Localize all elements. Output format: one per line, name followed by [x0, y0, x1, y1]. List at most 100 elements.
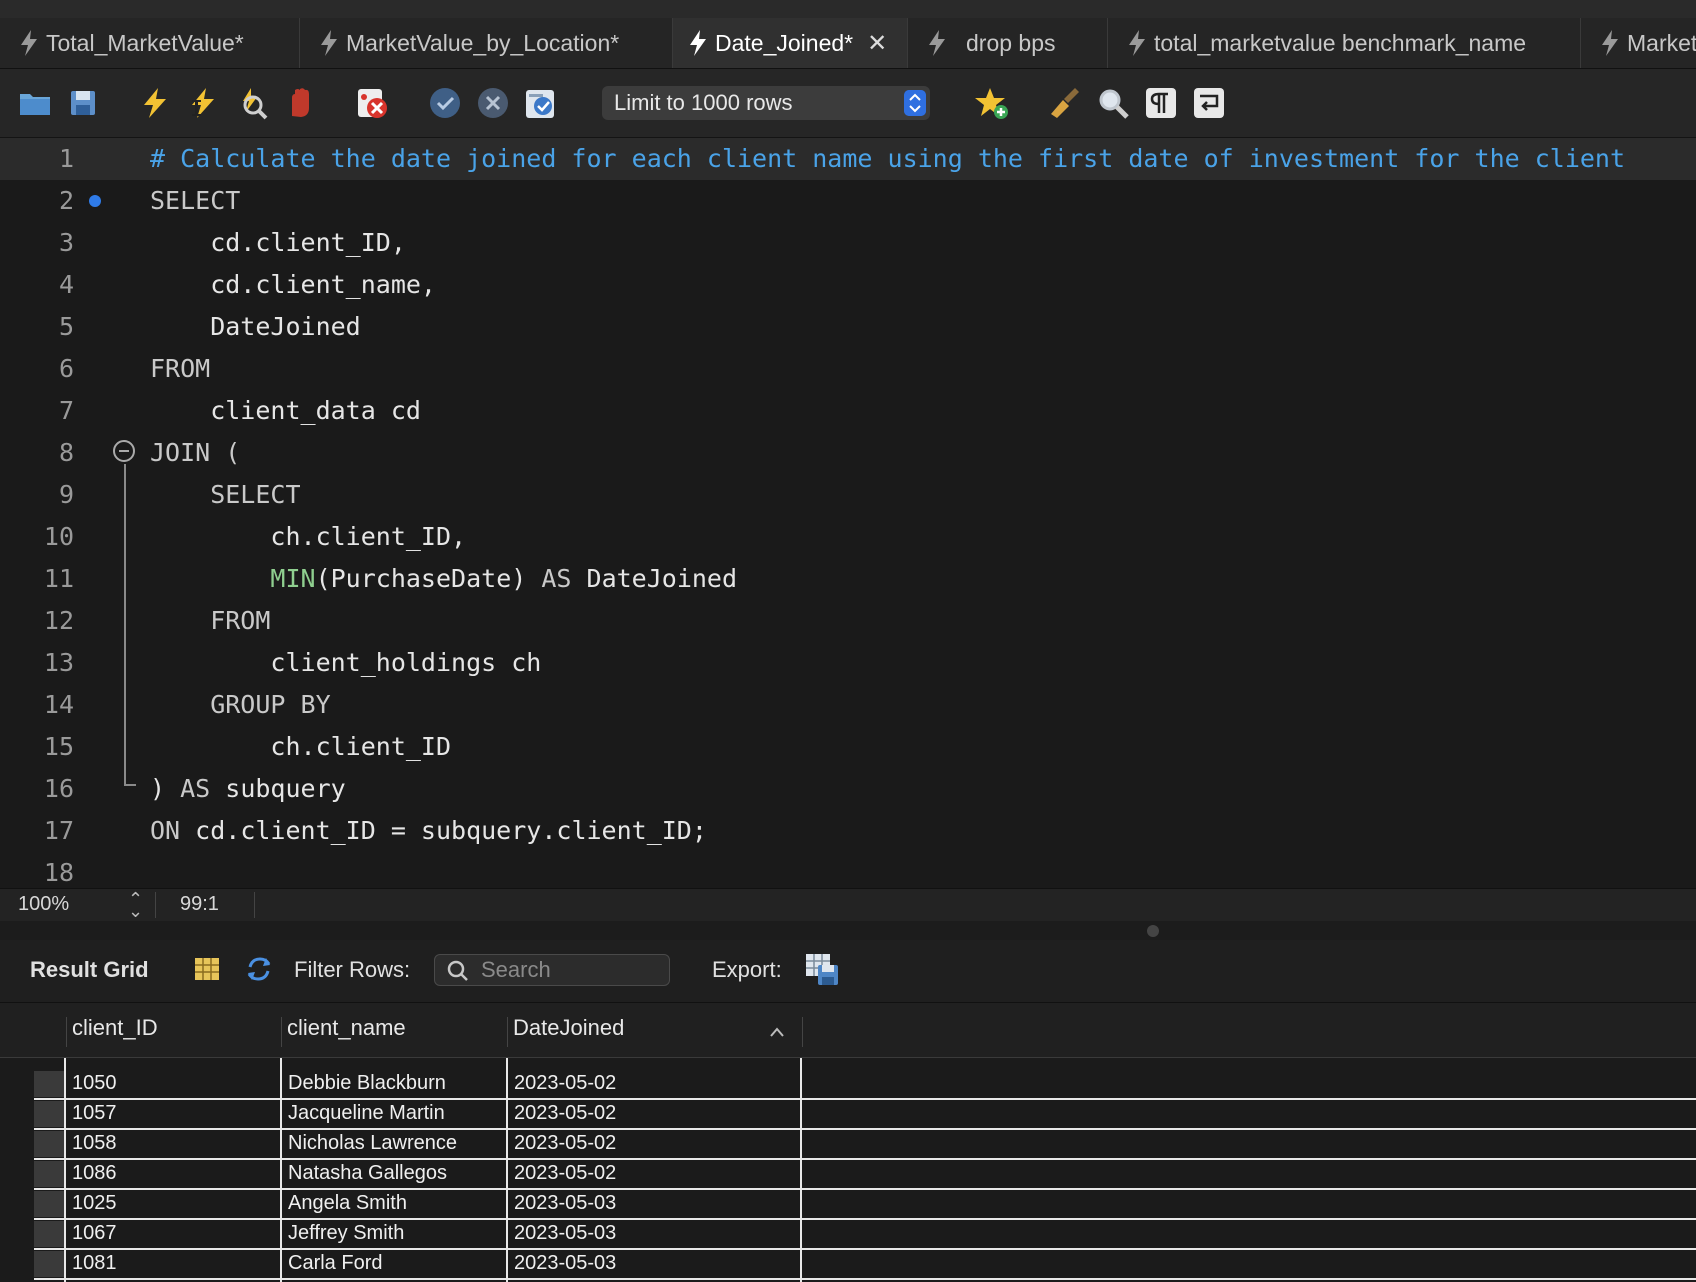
grid-cell[interactable]: 1057 [66, 1098, 282, 1128]
add-snippet-icon[interactable] [975, 86, 1009, 120]
commit-icon[interactable] [428, 86, 462, 120]
grid-cell[interactable]: Nicholas Lawrence [282, 1128, 508, 1158]
grid-cell[interactable]: Natasha Gallegos [282, 1158, 508, 1188]
row-selector[interactable] [34, 1131, 64, 1157]
grid-cell[interactable]: 2023-05-03 [508, 1248, 802, 1278]
row-selector[interactable] [34, 1191, 64, 1217]
find-icon[interactable] [1096, 86, 1130, 120]
limit-rows-select[interactable]: Limit to 1000 rows [602, 86, 930, 120]
row-selector[interactable] [34, 1161, 64, 1187]
grid-cell[interactable]: Jacqueline Martin [282, 1098, 508, 1128]
line-number: 18 [43, 858, 74, 887]
zoom-level[interactable]: 100% [18, 893, 69, 916]
row-selector[interactable] [34, 1221, 64, 1247]
grid-cell[interactable]: 2023-05-02 [508, 1098, 802, 1128]
zoom-stepper-icon[interactable]: ⌃ ⌄ [128, 890, 143, 920]
grid-cell[interactable]: 1081 [66, 1248, 282, 1278]
beautify-icon[interactable] [1047, 86, 1081, 120]
code-line[interactable]: 5 DateJoined [0, 306, 1696, 348]
tab-date-joined[interactable]: Date_Joined* ✕ [673, 18, 908, 68]
grid-cell[interactable]: 2023-05-02 [508, 1068, 802, 1098]
row-selector[interactable] [34, 1101, 64, 1127]
code-line[interactable]: 18 [0, 852, 1696, 888]
rollback-icon[interactable] [476, 86, 510, 120]
code-line[interactable]: 13 client_holdings ch [0, 642, 1696, 684]
column-header-client-name[interactable]: client_name [287, 1015, 406, 1041]
table-row[interactable]: 1081 Carla Ford 2023-05-03 [0, 1248, 1696, 1278]
table-row[interactable]: 1058 Nicholas Lawrence 2023-05-02 [0, 1128, 1696, 1158]
grid-cell[interactable]: 1025 [66, 1188, 282, 1218]
sql-comment: # Calculate the date joined for each cli… [150, 144, 1626, 173]
grid-cell[interactable]: 2023-05-03 [508, 1188, 802, 1218]
grid-cell[interactable]: 2023-05-02 [508, 1158, 802, 1188]
execute-icon[interactable] [138, 86, 172, 120]
grid-cell[interactable]: 1050 [66, 1068, 282, 1098]
code-line[interactable]: 16) AS subquery [0, 768, 1696, 810]
column-gridline [280, 1058, 282, 1282]
grid-cell[interactable]: Jeffrey Smith [282, 1218, 508, 1248]
fold-collapse-icon[interactable] [113, 440, 135, 462]
explain-icon[interactable] [235, 86, 269, 120]
line-number: 8 [58, 438, 74, 467]
splitter-grip-icon[interactable] [1147, 925, 1159, 937]
export-icon[interactable] [804, 952, 840, 986]
code-line[interactable]: 2 SELECT [0, 180, 1696, 222]
tab-market[interactable]: Market [1581, 18, 1696, 68]
code-line[interactable]: 14 GROUP BY [0, 684, 1696, 726]
code-line[interactable]: 10 ch.client_ID, [0, 516, 1696, 558]
close-tab-icon[interactable]: ✕ [867, 29, 887, 58]
code-text: GROUP BY [150, 684, 330, 726]
line-number: 17 [43, 816, 74, 845]
tab-total-marketvalue[interactable]: Total_MarketValue* [0, 18, 300, 68]
code-line[interactable]: 9 SELECT [0, 474, 1696, 516]
code-line[interactable]: 11 MIN(PurchaseDate) AS DateJoined [0, 558, 1696, 600]
column-header-date-joined[interactable]: DateJoined [513, 1015, 624, 1041]
grid-cell[interactable]: 2023-05-03 [508, 1218, 802, 1248]
grid-cell[interactable]: 1058 [66, 1128, 282, 1158]
code-line[interactable]: 4 cd.client_name, [0, 264, 1696, 306]
column-header-client-id[interactable]: client_ID [72, 1015, 158, 1041]
tab-drop-bps[interactable]: drop bps [908, 18, 1108, 68]
table-row[interactable]: 1067 Jeffrey Smith 2023-05-03 [0, 1218, 1696, 1248]
grid-columns-icon[interactable] [192, 954, 222, 984]
row-selector[interactable] [34, 1251, 64, 1277]
code-line[interactable]: 1 # Calculate the date joined for each cl… [0, 138, 1696, 180]
grid-cell[interactable]: Carla Ford [282, 1248, 508, 1278]
save-icon[interactable] [66, 86, 100, 120]
grid-cell[interactable]: Debbie Blackburn [282, 1068, 508, 1098]
code-line[interactable]: 6 FROM [0, 348, 1696, 390]
row-divider [34, 1278, 1696, 1280]
table-row[interactable]: 1057 Jacqueline Martin 2023-05-02 [0, 1098, 1696, 1128]
row-selector[interactable] [34, 1071, 64, 1097]
line-number: 6 [58, 354, 74, 383]
error-toggle-icon[interactable] [355, 86, 389, 120]
filter-search-input[interactable] [481, 957, 661, 983]
code-line[interactable]: 3 cd.client_ID, [0, 222, 1696, 264]
code-line[interactable]: 8 JOIN ( [0, 432, 1696, 474]
grid-cell[interactable]: 2023-05-02 [508, 1128, 802, 1158]
tab-total-marketvalue-benchmark[interactable]: total_marketvalue benchmark_name [1108, 18, 1581, 68]
code-text: client_holdings ch [150, 642, 541, 684]
table-row[interactable]: 1086 Natasha Gallegos 2023-05-02 [0, 1158, 1696, 1188]
grid-cell[interactable]: 1086 [66, 1158, 282, 1188]
wrap-lines-icon[interactable] [1192, 86, 1226, 120]
sort-ascending-icon[interactable] [770, 1027, 784, 1037]
sql-code-editor[interactable]: 18 17 ON cd.client_ID = subquery.client_ID… [0, 138, 1696, 888]
table-row[interactable]: 1025 Angela Smith 2023-05-03 [0, 1188, 1696, 1218]
table-row[interactable]: 1050 Debbie Blackburn 2023-05-02 [0, 1068, 1696, 1098]
grid-cell[interactable]: 1067 [66, 1218, 282, 1248]
refresh-icon[interactable] [244, 954, 274, 984]
invisible-chars-icon[interactable] [1144, 86, 1178, 120]
open-folder-icon[interactable] [18, 86, 52, 120]
autocommit-icon[interactable] [523, 86, 557, 120]
execute-current-icon[interactable] [186, 86, 220, 120]
code-line[interactable]: 15 ch.client_ID [0, 726, 1696, 768]
stop-icon[interactable] [283, 86, 317, 120]
code-line[interactable]: 7 client_data cd [0, 390, 1696, 432]
grid-cell[interactable]: Angela Smith [282, 1188, 508, 1218]
tab-marketvalue-by-location[interactable]: MarketValue_by_Location* [300, 18, 673, 68]
code-line[interactable]: 17 ON cd.client_ID = subquery.client_ID; [0, 810, 1696, 852]
code-line[interactable]: 12 FROM [0, 600, 1696, 642]
result-grid[interactable]: client_ID client_name DateJoined 1050 Deb… [0, 1003, 1696, 1282]
filter-search-box[interactable] [434, 954, 670, 986]
